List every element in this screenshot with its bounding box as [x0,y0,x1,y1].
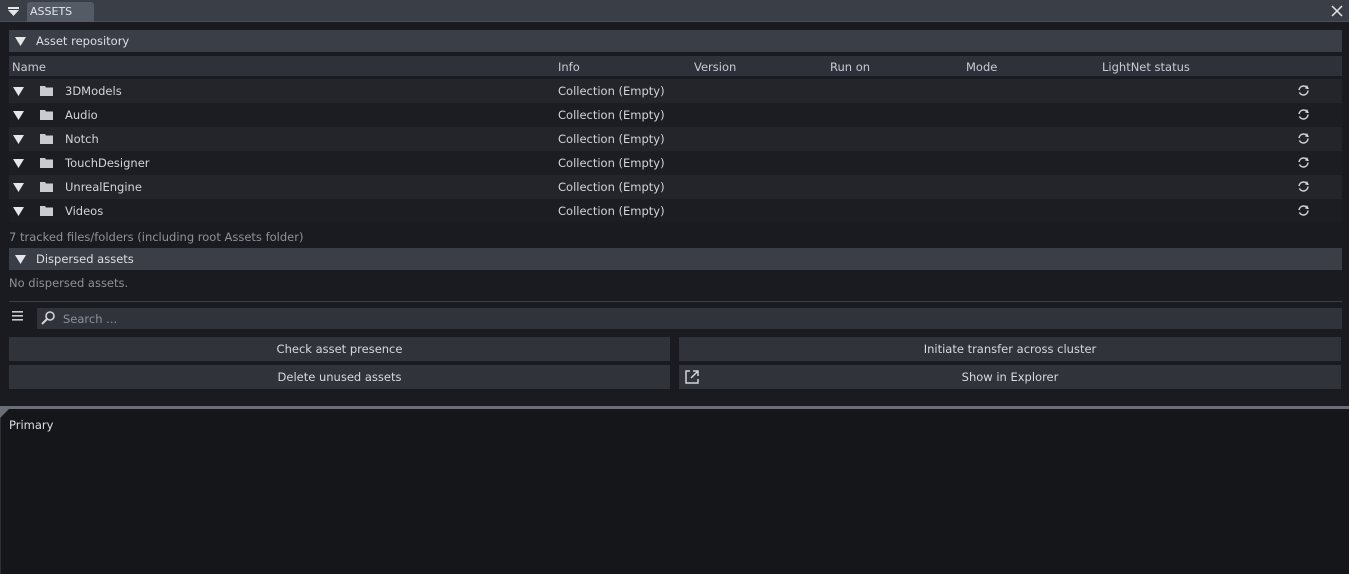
expand-triangle-icon[interactable] [13,183,24,192]
dispersed-assets-title: Dispersed assets [36,252,134,266]
refresh-icon[interactable] [1297,180,1310,193]
folder-icon [40,181,53,192]
folder-icon [40,205,53,216]
row-name: Notch [65,132,99,146]
search-input[interactable] [63,308,1333,329]
delete-unused-assets-button[interactable]: Delete unused assets [9,365,670,389]
refresh-icon[interactable] [1297,132,1310,145]
row-name: UnrealEngine [65,180,142,194]
close-button[interactable] [1329,3,1345,19]
refresh-icon[interactable] [1297,108,1310,121]
row-info: Collection (Empty) [558,108,665,122]
check-asset-presence-label: Check asset presence [276,342,403,356]
expand-triangle-icon[interactable] [13,87,24,96]
dispersed-assets-header[interactable]: Dispersed assets [9,248,1342,270]
table-row[interactable]: Videos Collection (Empty) [9,199,1342,223]
table-row[interactable]: TouchDesigner Collection (Empty) [9,151,1342,175]
corner-marker [0,409,9,418]
search-box[interactable] [37,308,1342,329]
initiate-transfer-label: Initiate transfer across cluster [923,342,1097,356]
show-in-explorer-button[interactable]: Show in Explorer [679,365,1341,389]
column-name[interactable]: Name [12,60,46,74]
show-in-explorer-label: Show in Explorer [961,370,1059,384]
tab-assets[interactable]: ASSETS [27,2,94,22]
expand-triangle-icon[interactable] [13,135,24,144]
row-info: Collection (Empty) [558,132,665,146]
column-mode[interactable]: Mode [966,60,997,74]
folder-icon [40,85,53,96]
refresh-icon[interactable] [1297,156,1310,169]
panel-menu-button[interactable] [0,0,27,22]
delete-unused-assets-label: Delete unused assets [277,370,402,384]
no-dispersed-text: No dispersed assets. [9,276,129,290]
row-info: Collection (Empty) [558,180,665,194]
asset-repository-title: Asset repository [36,34,130,48]
tracked-files-status: 7 tracked files/folders (including root … [9,230,304,244]
collapse-triangle-icon [15,254,26,264]
external-link-icon [684,369,700,385]
expand-triangle-icon[interactable] [13,159,24,168]
folder-icon [40,157,53,168]
row-info: Collection (Empty) [558,204,665,218]
row-info: Collection (Empty) [558,156,665,170]
row-name: 3DModels [65,84,122,98]
folder-icon [40,133,53,144]
check-asset-presence-button[interactable]: Check asset presence [9,337,670,361]
triangle-down-icon [8,6,19,16]
close-icon [1331,5,1343,17]
row-info: Collection (Empty) [558,84,665,98]
column-info[interactable]: Info [558,60,580,74]
tab-assets-label: ASSETS [30,5,73,18]
row-name: TouchDesigner [65,156,150,170]
column-lightnet-status[interactable]: LightNet status [1102,60,1190,74]
expand-triangle-icon[interactable] [13,111,24,120]
column-version[interactable]: Version [694,60,736,74]
lower-panel [0,409,1349,574]
collapse-triangle-icon [15,36,26,46]
table-row[interactable]: Notch Collection (Empty) [9,127,1342,151]
magnifier-icon [40,310,56,326]
table-row[interactable]: UnrealEngine Collection (Empty) [9,175,1342,199]
panel-titlebar: ASSETS [0,0,1349,22]
initiate-transfer-button[interactable]: Initiate transfer across cluster [679,337,1341,361]
table-row[interactable]: 3DModels Collection (Empty) [9,79,1342,103]
expand-triangle-icon[interactable] [13,207,24,216]
table-row[interactable]: Audio Collection (Empty) [9,103,1342,127]
hamburger-icon[interactable] [12,311,23,321]
asset-repository-header[interactable]: Asset repository [9,30,1342,52]
refresh-icon[interactable] [1297,84,1310,97]
row-name: Audio [65,108,98,122]
refresh-icon[interactable] [1297,204,1310,217]
divider [9,301,1342,302]
column-run-on[interactable]: Run on [830,60,870,74]
table-column-header: Name Info Version Run on Mode LightNet s… [9,56,1342,76]
folder-icon [40,109,53,120]
primary-label: Primary [9,418,54,432]
row-name: Videos [65,204,104,218]
